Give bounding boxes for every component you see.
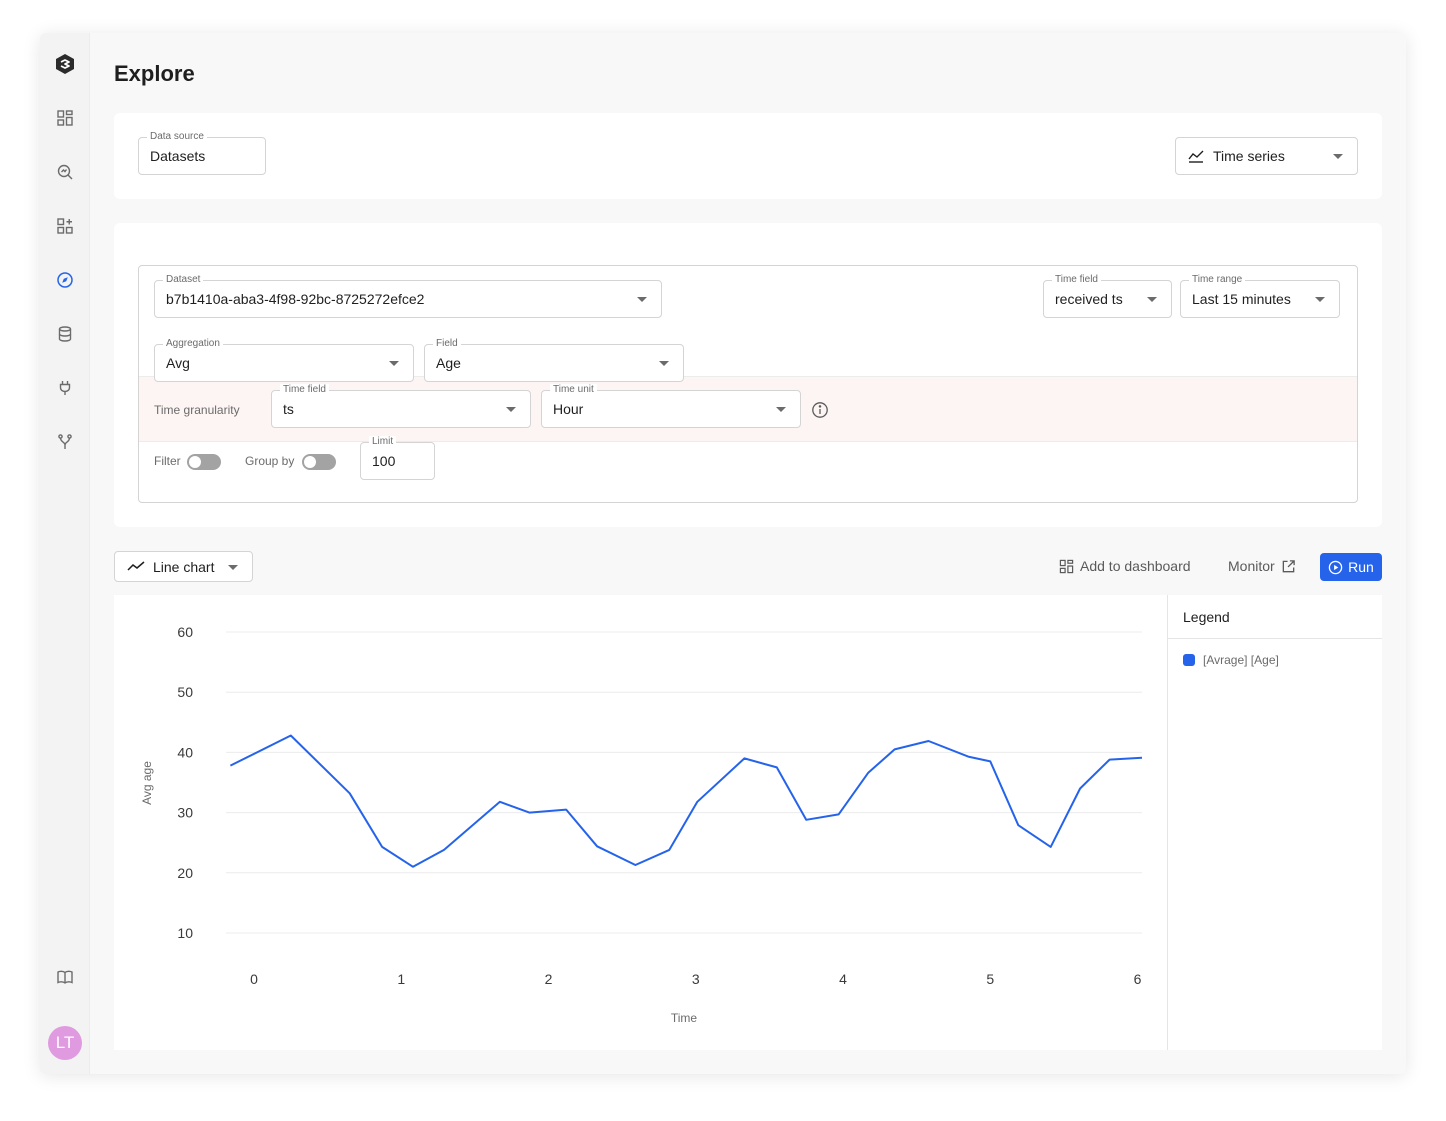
- monitor-label: Monitor: [1228, 558, 1275, 574]
- data-source-value: Datasets: [150, 148, 206, 164]
- visualization-type-select[interactable]: Time series: [1175, 137, 1358, 175]
- filter-toggle[interactable]: [187, 454, 221, 470]
- query-builder-card: Time granularity Time field ts Time unit…: [114, 223, 1382, 527]
- data-source-select[interactable]: Data source Datasets: [138, 131, 266, 175]
- y-tick-label: 40: [177, 744, 193, 760]
- legend-swatch: [1183, 654, 1195, 666]
- legend-panel: Legend [Avrage] [Age]: [1167, 595, 1382, 1050]
- database-icon[interactable]: [55, 324, 75, 344]
- time-granularity-row: Time granularity Time field ts Time unit…: [139, 376, 1357, 442]
- time-field-value: received ts: [1055, 291, 1123, 307]
- time-series-icon: [1188, 150, 1204, 163]
- add-to-dashboard-label: Add to dashboard: [1080, 558, 1191, 574]
- add-widget-icon[interactable]: [55, 216, 75, 236]
- time-unit-label: Time unit: [550, 384, 597, 396]
- chevron-down-icon: [1315, 297, 1325, 302]
- avatar-initials: LT: [55, 1033, 75, 1052]
- x-tick-label: 5: [986, 971, 994, 987]
- series-line: [229, 734, 1143, 868]
- y-tick-label: 60: [177, 624, 193, 640]
- filter-label: Filter: [154, 454, 181, 468]
- aggregation-select[interactable]: Aggregation Avg: [154, 338, 414, 382]
- dataset-select[interactable]: Dataset b7b1410a-aba3-4f98-92bc-8725272e…: [154, 274, 662, 318]
- field-value: Age: [436, 355, 461, 371]
- time-range-select[interactable]: Time range Last 15 minutes: [1180, 274, 1340, 318]
- x-tick-label: 6: [1134, 971, 1142, 987]
- time-unit-select[interactable]: Time unit Hour: [541, 384, 801, 428]
- aggregation-label: Aggregation: [163, 338, 223, 350]
- limit-label: Limit: [369, 436, 397, 448]
- legend-title: Legend: [1183, 609, 1230, 625]
- add-to-dashboard-button[interactable]: Add to dashboard: [1059, 558, 1191, 574]
- limit-value: 100: [372, 453, 396, 469]
- x-tick-label: 3: [692, 971, 700, 987]
- dataset-value: b7b1410a-aba3-4f98-92bc-8725272efce2: [166, 291, 425, 307]
- page-title: Explore: [114, 61, 195, 86]
- x-tick-label: 4: [839, 971, 847, 987]
- chart-type-select[interactable]: Line chart: [114, 551, 253, 582]
- external-link-icon: [1282, 559, 1295, 572]
- play-icon: [1328, 560, 1343, 574]
- compass-icon[interactable]: [55, 270, 75, 290]
- chart-panel: 10 20 30 40 50 60 0 1 2 3 4 5 6 Time Avg age Legend [A…: [114, 595, 1382, 1050]
- chevron-down-icon: [506, 407, 516, 412]
- time-field-label: Time field: [1052, 274, 1101, 286]
- group-by-toggle[interactable]: [302, 454, 336, 470]
- dataset-label: Dataset: [163, 274, 204, 286]
- chevron-down-icon: [659, 361, 669, 366]
- group-by-label: Group by: [245, 454, 295, 468]
- legend-divider: [1168, 638, 1382, 639]
- time-range-value: Last 15 minutes: [1192, 291, 1291, 307]
- data-source-card: Data source Datasets Time series: [114, 113, 1382, 199]
- avatar[interactable]: LT: [48, 1026, 82, 1060]
- chevron-down-icon: [228, 565, 238, 570]
- time-unit-value: Hour: [553, 401, 584, 417]
- field-select[interactable]: Field Age: [424, 338, 684, 382]
- monitor-button[interactable]: Monitor: [1228, 558, 1296, 574]
- granularity-time-field-label: Time field: [280, 384, 329, 396]
- y-tick-label: 20: [177, 865, 193, 881]
- run-button[interactable]: Run: [1320, 553, 1382, 581]
- search-analytics-icon[interactable]: [55, 162, 75, 182]
- run-label: Run: [1348, 559, 1374, 575]
- time-field-select[interactable]: Time field received ts: [1043, 274, 1172, 318]
- chevron-down-icon: [389, 361, 399, 366]
- x-tick-label: 0: [250, 971, 258, 987]
- granularity-time-field-select[interactable]: Time field ts: [271, 384, 531, 428]
- y-axis-label: Avg age: [140, 761, 154, 805]
- aggregation-value: Avg: [166, 355, 190, 371]
- legend-item[interactable]: [Avrage] [Age]: [1183, 653, 1279, 667]
- x-axis-label: Time: [671, 1011, 698, 1025]
- x-tick-label: 1: [397, 971, 405, 987]
- granularity-time-field-value: ts: [283, 401, 294, 417]
- field-label: Field: [433, 338, 461, 350]
- line-chart-icon: [127, 561, 145, 571]
- line-chart: 10 20 30 40 50 60 0 1 2 3 4 5 6 Time Avg age: [140, 624, 1143, 1025]
- dashboard-icon[interactable]: [55, 108, 75, 128]
- data-source-label: Data source: [147, 131, 207, 143]
- visualization-type-value: Time series: [1213, 148, 1285, 164]
- branch-icon[interactable]: [55, 432, 75, 452]
- sidebar: LT: [40, 33, 90, 1074]
- chart-type-label: Line chart: [153, 559, 215, 575]
- logo-icon[interactable]: [53, 52, 77, 76]
- x-tick-label: 2: [545, 971, 553, 987]
- time-range-label: Time range: [1189, 274, 1246, 286]
- y-tick-label: 10: [177, 925, 193, 941]
- app-window: LT Explore Data source Datasets Time ser…: [40, 33, 1406, 1074]
- time-granularity-label: Time granularity: [154, 403, 240, 417]
- limit-input[interactable]: Limit 100: [360, 436, 435, 480]
- y-tick-label: 50: [177, 684, 193, 700]
- plug-icon[interactable]: [55, 378, 75, 398]
- info-icon[interactable]: [811, 401, 829, 419]
- book-icon[interactable]: [55, 967, 75, 987]
- dashboard-icon: [1059, 559, 1074, 573]
- y-tick-label: 30: [177, 805, 193, 821]
- legend-item-label: [Avrage] [Age]: [1203, 653, 1279, 667]
- chevron-down-icon: [776, 407, 786, 412]
- chevron-down-icon: [637, 297, 647, 302]
- chevron-down-icon: [1333, 154, 1343, 159]
- chevron-down-icon: [1147, 297, 1157, 302]
